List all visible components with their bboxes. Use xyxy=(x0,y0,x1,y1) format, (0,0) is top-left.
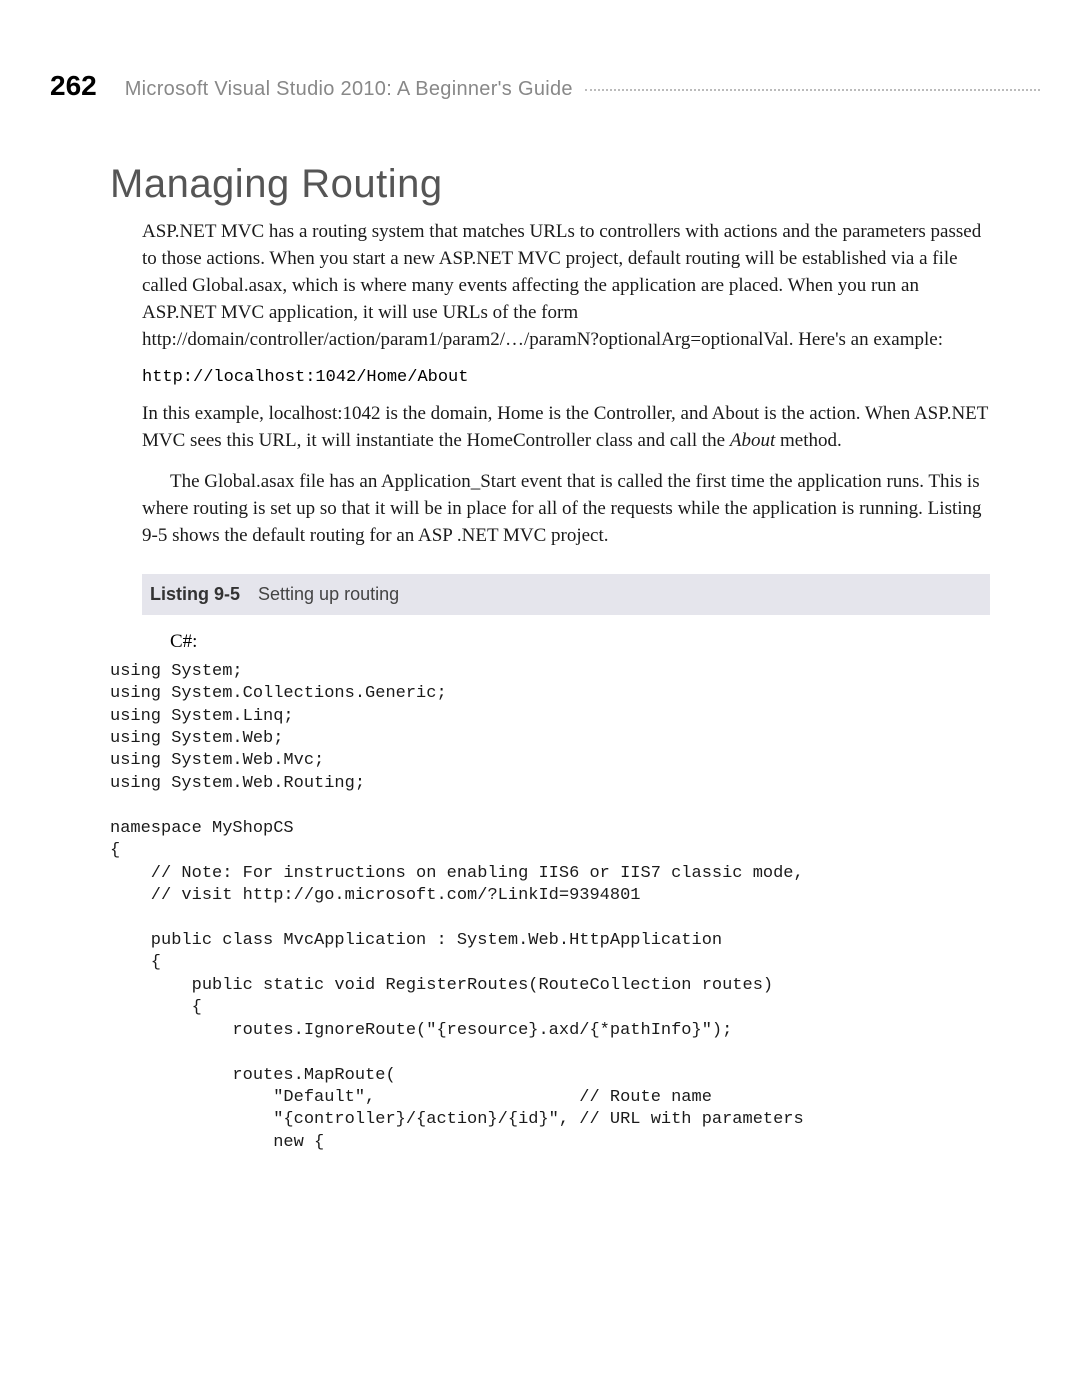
book-title: Microsoft Visual Studio 2010: A Beginner… xyxy=(125,78,573,101)
section-heading: Managing Routing xyxy=(110,162,990,207)
paragraph-2-text-a: In this example, localhost:1042 is the d… xyxy=(142,403,988,451)
example-url-code: http://localhost:1042/Home/About xyxy=(142,368,990,387)
about-method-name: About xyxy=(730,430,775,451)
page-number: 262 xyxy=(50,70,97,102)
page-header: 262 Microsoft Visual Studio 2010: A Begi… xyxy=(0,70,1080,102)
page-content: Managing Routing ASP.NET MVC has a routi… xyxy=(0,162,1080,1154)
paragraph-1: ASP.NET MVC has a routing system that ma… xyxy=(142,219,990,354)
header-dotted-rule xyxy=(585,89,1040,91)
listing-header-bar: Listing 9-5 Setting up routing xyxy=(142,574,990,615)
code-listing: using System; using System.Collections.G… xyxy=(110,661,990,1155)
paragraph-2-text-b: method. xyxy=(775,430,842,451)
paragraph-3: The Global.asax file has an Application_… xyxy=(142,469,990,550)
listing-number: Listing 9-5 xyxy=(150,584,240,604)
code-language-label: C#: xyxy=(170,631,990,653)
listing-caption: Setting up routing xyxy=(258,584,399,604)
paragraph-2: In this example, localhost:1042 is the d… xyxy=(142,401,990,455)
